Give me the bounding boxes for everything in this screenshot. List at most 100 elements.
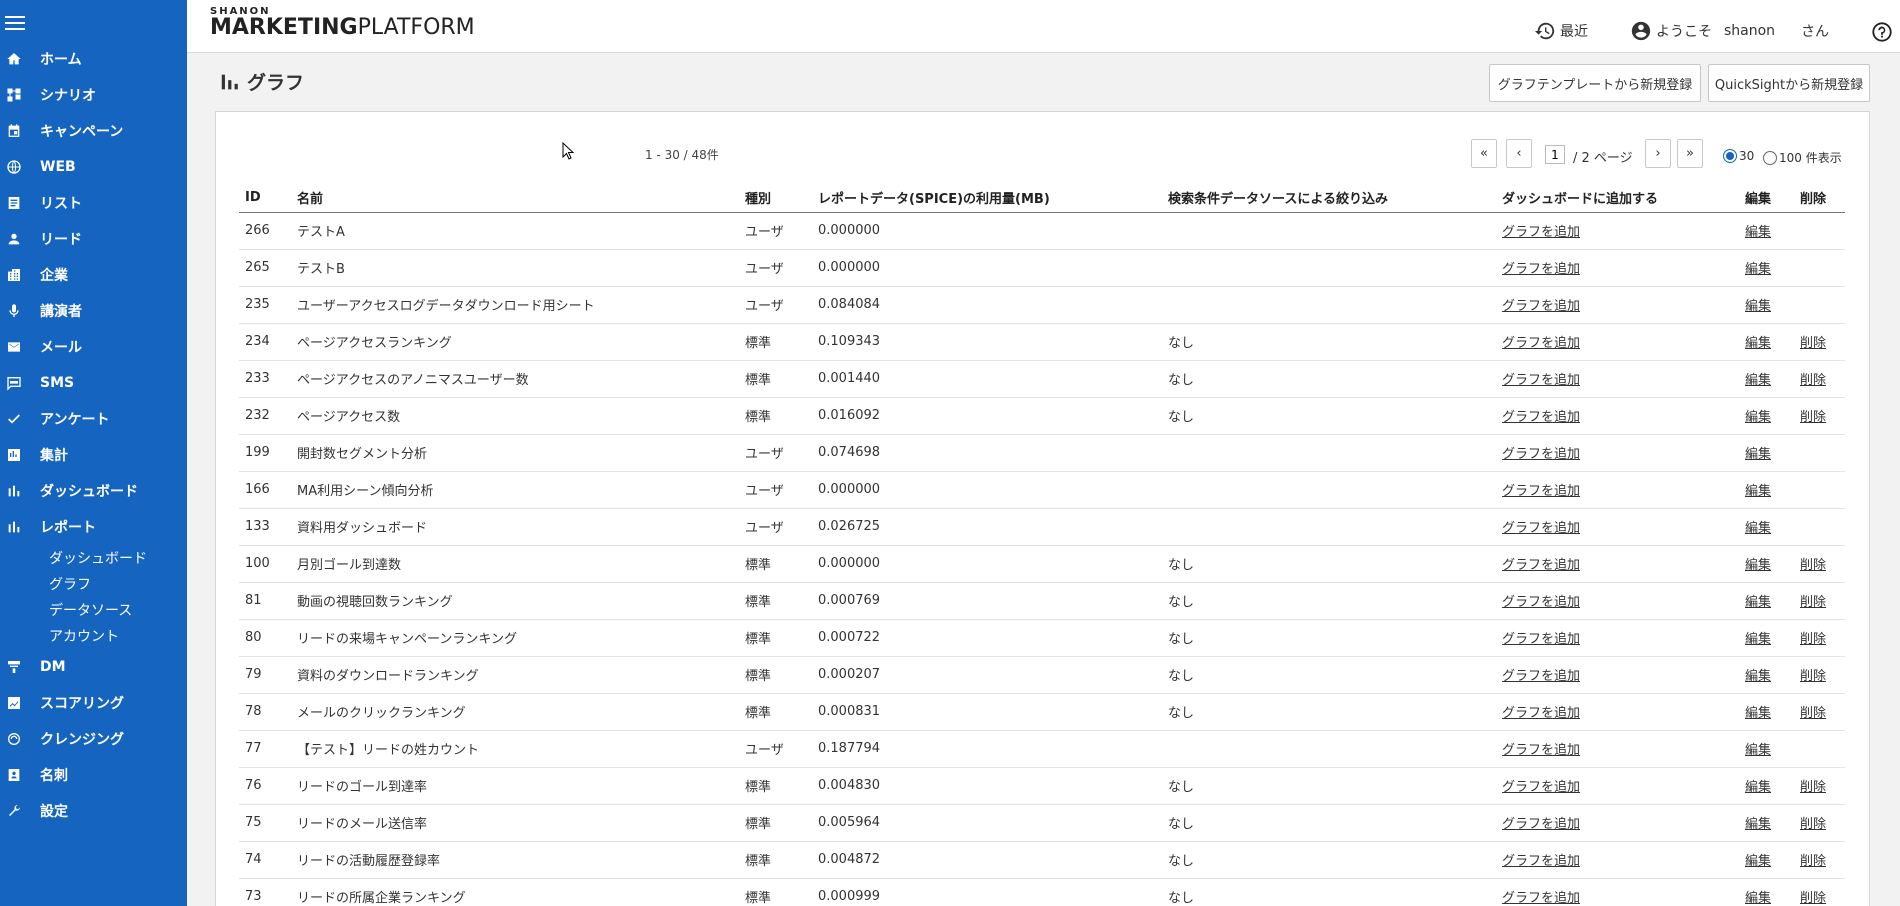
- sidebar-item-report-chart[interactable]: レポート: [0, 512, 187, 542]
- page-number-input[interactable]: [1545, 145, 1565, 164]
- delete-link[interactable]: 削除: [1800, 373, 1826, 388]
- delete-link[interactable]: 削除: [1800, 632, 1826, 647]
- sidebar-item-scenario[interactable]: シナリオ: [0, 80, 187, 110]
- add-graph-link[interactable]: グラフを追加: [1502, 336, 1580, 351]
- edit-link[interactable]: 編集: [1745, 632, 1771, 647]
- edit-link[interactable]: 編集: [1745, 262, 1771, 277]
- add-graph-link[interactable]: グラフを追加: [1502, 521, 1580, 536]
- col-id-header[interactable]: ID: [239, 184, 291, 213]
- edit-link[interactable]: 編集: [1745, 299, 1771, 314]
- add-graph-link[interactable]: グラフを追加: [1502, 632, 1580, 647]
- sidebar-sub-account[interactable]: アカウント: [49, 626, 119, 646]
- edit-link[interactable]: 編集: [1745, 780, 1771, 795]
- add-graph-link[interactable]: グラフを追加: [1502, 410, 1580, 425]
- per-page-30-option[interactable]: 30: [1723, 149, 1754, 163]
- edit-link[interactable]: 編集: [1745, 743, 1771, 758]
- add-graph-link[interactable]: グラフを追加: [1502, 854, 1580, 869]
- sidebar-item-dm[interactable]: DM: [0, 652, 187, 682]
- delete-link[interactable]: 削除: [1800, 336, 1826, 351]
- add-graph-link[interactable]: グラフを追加: [1502, 595, 1580, 610]
- sidebar-item-sms[interactable]: SMS: [0, 368, 187, 398]
- delete-link[interactable]: 削除: [1800, 706, 1826, 721]
- add-graph-link[interactable]: グラフを追加: [1502, 891, 1580, 906]
- sidebar-item-mail[interactable]: メール: [0, 332, 187, 362]
- last-page-button[interactable]: »: [1677, 139, 1703, 168]
- delete-link[interactable]: 削除: [1800, 558, 1826, 573]
- add-graph-link[interactable]: グラフを追加: [1502, 669, 1580, 684]
- sidebar-item-building[interactable]: 企業: [0, 260, 187, 290]
- next-page-button[interactable]: ›: [1645, 139, 1671, 168]
- edit-link[interactable]: 編集: [1745, 558, 1771, 573]
- add-graph-link[interactable]: グラフを追加: [1502, 262, 1580, 277]
- table-row: 74 リードの活動履歴登録率 標準 0.004872 なし グラフを追加 編集 削除: [239, 841, 1845, 879]
- sidebar-item-home[interactable]: ホーム: [0, 44, 187, 74]
- sidebar-item-bar-chart[interactable]: ダッシュボード: [0, 476, 187, 506]
- delete-link[interactable]: 削除: [1800, 669, 1826, 684]
- delete-link[interactable]: 削除: [1800, 891, 1826, 906]
- edit-link[interactable]: 編集: [1745, 521, 1771, 536]
- sidebar-sub-graph[interactable]: グラフ: [49, 574, 91, 594]
- delete-link[interactable]: 削除: [1800, 410, 1826, 425]
- edit-link[interactable]: 編集: [1745, 484, 1771, 499]
- edit-link[interactable]: 編集: [1745, 706, 1771, 721]
- first-page-button[interactable]: «: [1471, 139, 1497, 168]
- add-graph-link[interactable]: グラフを追加: [1502, 447, 1580, 462]
- delete-link[interactable]: 削除: [1800, 817, 1826, 832]
- col-usage-header[interactable]: レポートデータ(SPICE)の利用量(MB): [812, 184, 1162, 213]
- sidebar-item-calendar[interactable]: キャンペーン: [0, 116, 187, 146]
- sidebar-item-business-card[interactable]: 名刺: [0, 760, 187, 790]
- new-from-template-button[interactable]: グラフテンプレートから新規登録: [1489, 64, 1701, 102]
- shanon-logo[interactable]: SHANON MARKETINGPLATFORM: [210, 6, 475, 39]
- add-graph-link[interactable]: グラフを追加: [1502, 225, 1580, 240]
- sidebar-item-check[interactable]: アンケート: [0, 404, 187, 434]
- sidebar-sub-datasource[interactable]: データソース: [49, 600, 132, 620]
- sidebar-item-label: リスト: [40, 196, 82, 212]
- add-graph-link[interactable]: グラフを追加: [1502, 299, 1580, 314]
- cell-id: 79: [239, 656, 291, 694]
- edit-link[interactable]: 編集: [1745, 595, 1771, 610]
- sidebar-sub-dashboard[interactable]: ダッシュボード: [49, 548, 147, 568]
- edit-link[interactable]: 編集: [1745, 447, 1771, 462]
- edit-link[interactable]: 編集: [1745, 225, 1771, 240]
- delete-link[interactable]: 削除: [1800, 854, 1826, 869]
- add-graph-link[interactable]: グラフを追加: [1502, 706, 1580, 721]
- edit-link[interactable]: 編集: [1745, 817, 1771, 832]
- per-page-30-radio[interactable]: [1723, 149, 1737, 163]
- delete-link[interactable]: 削除: [1800, 780, 1826, 795]
- sidebar-item-tally[interactable]: 集計: [0, 440, 187, 470]
- per-page-100-radio[interactable]: [1763, 150, 1777, 165]
- cell-type: ユーザ: [739, 434, 812, 472]
- add-graph-link[interactable]: グラフを追加: [1502, 817, 1580, 832]
- help-button[interactable]: [1871, 21, 1897, 43]
- sidebar-item-cleansing[interactable]: クレンジング: [0, 724, 187, 754]
- sidebar-item-globe[interactable]: WEB: [0, 152, 187, 182]
- sidebar-item-list[interactable]: リスト: [0, 188, 187, 218]
- edit-link[interactable]: 編集: [1745, 373, 1771, 388]
- edit-link[interactable]: 編集: [1745, 410, 1771, 425]
- cell-usage: 0.004830: [812, 767, 1162, 805]
- sidebar-item-wrench[interactable]: 設定: [0, 796, 187, 826]
- sidebar-item-scoring[interactable]: スコアリング: [0, 688, 187, 718]
- add-graph-link[interactable]: グラフを追加: [1502, 484, 1580, 499]
- col-type-header[interactable]: 種別: [739, 184, 812, 213]
- table-row: 73 リードの所属企業ランキング 標準 0.000999 なし グラフを追加 編集 削除: [239, 878, 1845, 906]
- add-graph-link[interactable]: グラフを追加: [1502, 373, 1580, 388]
- edit-link[interactable]: 編集: [1745, 854, 1771, 869]
- sidebar-item-person[interactable]: リード: [0, 224, 187, 254]
- edit-link[interactable]: 編集: [1745, 669, 1771, 684]
- user-menu[interactable]: ようこそ shanon さん: [1630, 20, 1829, 42]
- recent-link[interactable]: 最近: [1534, 20, 1588, 42]
- hamburger-menu-icon[interactable]: [5, 12, 25, 32]
- per-page-100-option[interactable]: 100 件表示: [1763, 149, 1842, 166]
- add-graph-link[interactable]: グラフを追加: [1502, 743, 1580, 758]
- delete-link[interactable]: 削除: [1800, 595, 1826, 610]
- edit-link[interactable]: 編集: [1745, 891, 1771, 906]
- new-from-quicksight-button[interactable]: QuickSightから新規登録: [1708, 64, 1870, 102]
- table-row: 233 ページアクセスのアノニマスユーザー数 標準 0.001440 なし グラフを追加 編…: [239, 360, 1845, 398]
- add-graph-link[interactable]: グラフを追加: [1502, 558, 1580, 573]
- sidebar-item-mic[interactable]: 講演者: [0, 296, 187, 326]
- prev-page-button[interactable]: ‹: [1506, 139, 1532, 168]
- col-name-header[interactable]: 名前: [291, 184, 739, 213]
- edit-link[interactable]: 編集: [1745, 336, 1771, 351]
- add-graph-link[interactable]: グラフを追加: [1502, 780, 1580, 795]
